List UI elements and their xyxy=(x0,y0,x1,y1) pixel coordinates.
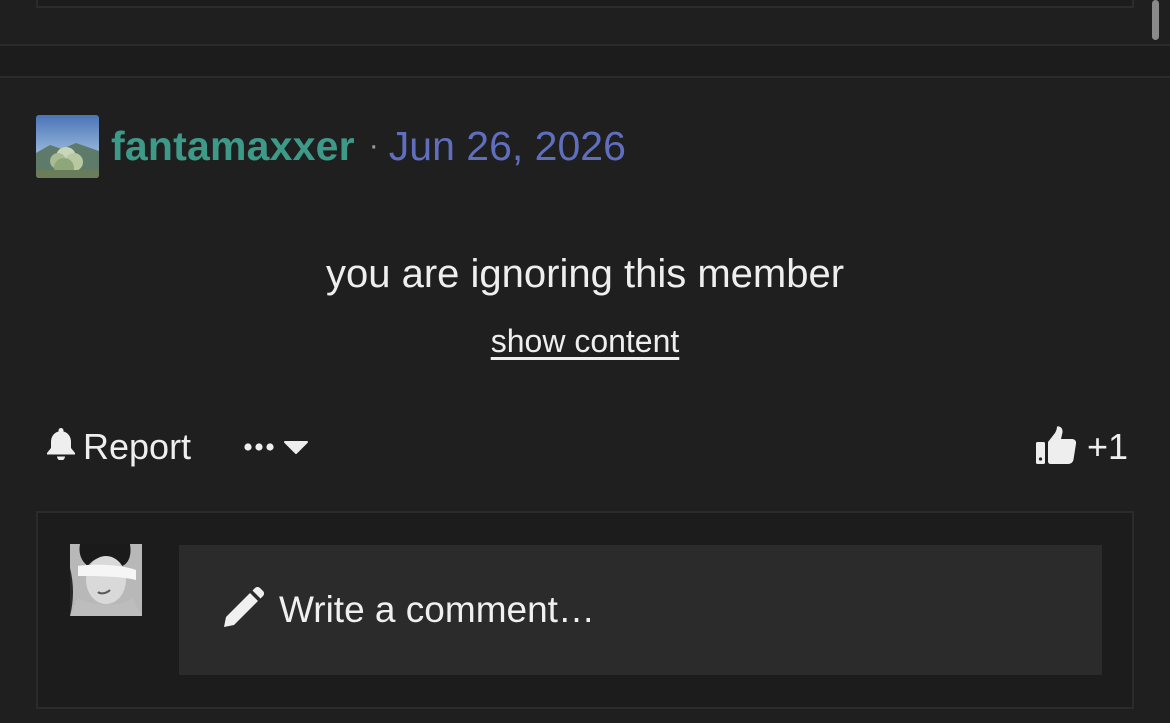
like-count: +1 xyxy=(1086,426,1128,467)
show-content-link[interactable]: show content xyxy=(491,323,680,359)
like-button[interactable]: +1 xyxy=(1035,422,1128,472)
ellipsis-icon xyxy=(243,441,283,453)
report-label: Report xyxy=(83,426,192,467)
caret-down-icon xyxy=(283,439,309,455)
comment-box: Write a comment… xyxy=(36,511,1134,709)
pencil-icon xyxy=(221,586,279,634)
bell-icon xyxy=(45,426,83,469)
post-actions: Report xyxy=(45,422,309,472)
previous-post-card xyxy=(36,0,1134,8)
user-avatar[interactable] xyxy=(70,544,142,616)
divider xyxy=(0,76,1170,78)
comment-input[interactable]: Write a comment… xyxy=(179,545,1102,675)
thumbs-up-icon xyxy=(1035,425,1077,470)
post-header: fantamaxxer · Jun 26, 2026 xyxy=(36,114,626,178)
section-gap xyxy=(0,46,1170,76)
ignored-message: you are ignoring this member xyxy=(325,252,845,296)
author-name[interactable]: fantamaxxer xyxy=(111,123,355,170)
more-options-button[interactable] xyxy=(243,439,309,455)
show-content-wrapper: show content xyxy=(0,323,1170,360)
author-avatar[interactable] xyxy=(36,114,99,178)
scrollbar[interactable] xyxy=(1152,0,1159,40)
post-date[interactable]: Jun 26, 2026 xyxy=(389,123,626,170)
report-button[interactable]: Report xyxy=(45,426,191,469)
separator-dot: · xyxy=(368,129,379,162)
comment-placeholder: Write a comment… xyxy=(279,589,595,630)
